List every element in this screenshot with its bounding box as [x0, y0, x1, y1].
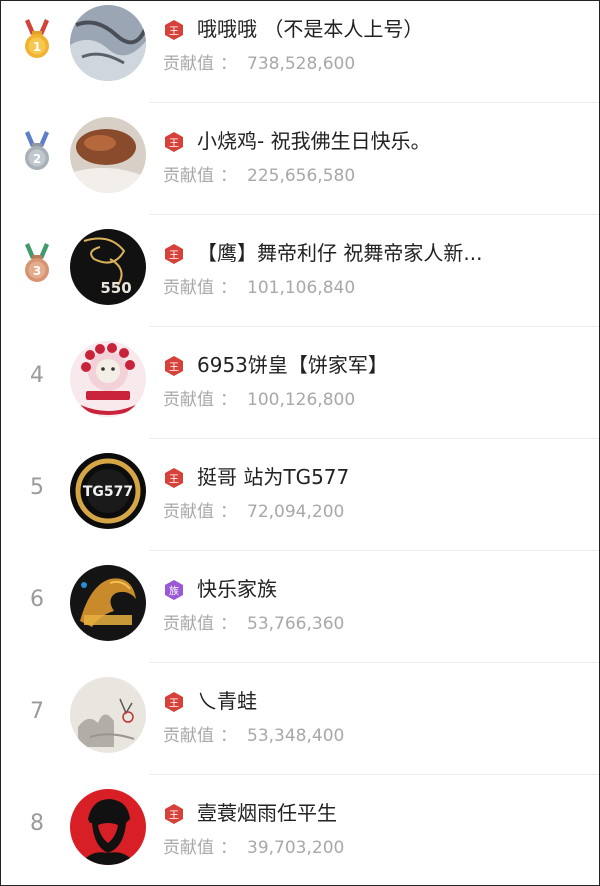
contribution-value: 贡献值： 53,766,360	[163, 614, 345, 634]
svg-text:族: 族	[169, 585, 179, 598]
rank-number: 7	[30, 699, 44, 724]
svg-text:2: 2	[33, 152, 41, 166]
level-badge-icon: 王	[165, 132, 183, 152]
svg-text:3: 3	[33, 264, 41, 278]
user-name: 6953饼皇【饼家军】	[197, 353, 388, 377]
svg-text:王: 王	[169, 699, 179, 710]
bronze-medal-icon: 3	[25, 243, 49, 282]
avatar[interactable]	[70, 117, 146, 193]
list-item[interactable]: 1 王 哦哦哦 （不是本人上号） 贡献值： 738,528,600	[1, 1, 599, 103]
gold-medal-icon: 1	[25, 19, 49, 58]
avatar[interactable]	[70, 5, 146, 81]
rank-number: 6	[30, 587, 44, 612]
avatar[interactable]	[70, 565, 146, 641]
family-badge-icon: 族	[165, 580, 183, 600]
svg-text:王: 王	[169, 811, 179, 822]
rank-number: 4	[30, 363, 44, 388]
user-name: 快乐家族	[197, 577, 277, 601]
svg-text:王: 王	[169, 139, 179, 150]
rank-number: 5	[30, 475, 44, 500]
user-name: 壹蓑烟雨任平生	[197, 801, 337, 825]
ranking-list: 1 王 哦哦哦 （不是本人上号） 贡献值： 738,528,600 2 王 小烧…	[0, 0, 600, 886]
avatar[interactable]	[70, 341, 146, 417]
level-badge-icon: 王	[165, 356, 183, 376]
level-badge-icon: 王	[165, 692, 183, 712]
avatar[interactable]: 550	[70, 229, 146, 305]
svg-text:王: 王	[169, 251, 179, 262]
user-name: 小烧鸡- 祝我佛生日快乐。	[197, 129, 431, 153]
svg-text:TG577: TG577	[83, 484, 133, 500]
svg-text:1: 1	[33, 40, 41, 54]
svg-text:王: 王	[169, 27, 179, 38]
contribution-value: 贡献值： 39,703,200	[163, 838, 345, 858]
contribution-value: 贡献值： 100,126,800	[163, 390, 356, 410]
list-item[interactable]: 7 王 乀青蛙 贡献值： 53,348,400	[1, 663, 599, 775]
contribution-value: 贡献值： 738,528,600	[163, 54, 356, 74]
level-badge-icon: 王	[165, 468, 183, 488]
rank-number: 8	[30, 811, 44, 836]
svg-text:550: 550	[100, 279, 131, 297]
list-item[interactable]: 4 王 6953饼皇【饼家军】 贡献值： 100,126,800	[1, 327, 599, 439]
svg-text:王: 王	[169, 363, 179, 374]
list-item[interactable]: 6 族 快乐家族 贡献值： 53,766,360	[1, 551, 599, 663]
list-item[interactable]: 2 王 小烧鸡- 祝我佛生日快乐。 贡献值： 225,656,580	[1, 103, 599, 215]
level-badge-icon: 王	[165, 244, 183, 264]
list-item[interactable]: 8 王 壹蓑烟雨任平生 贡献值： 39,703,200	[1, 775, 599, 885]
contribution-value: 贡献值： 101,106,840	[163, 278, 356, 298]
user-name: 乀青蛙	[197, 689, 257, 713]
user-name: 挺哥 站为TG577	[197, 465, 350, 489]
list-item[interactable]: 3 550 王 【鹰】舞帝利仔 祝舞帝家人新... 贡献值： 101,106,84…	[1, 215, 599, 327]
list-item[interactable]: 5 TG577 王 挺哥 站为TG577 贡献值： 72,094,200	[1, 439, 599, 551]
svg-text:王: 王	[169, 475, 179, 486]
contribution-value: 贡献值： 72,094,200	[163, 502, 345, 522]
avatar[interactable]	[70, 789, 146, 865]
contribution-value: 贡献值： 225,656,580	[163, 166, 356, 186]
contribution-value: 贡献值： 53,348,400	[163, 726, 345, 746]
user-name: 【鹰】舞帝利仔 祝舞帝家人新...	[197, 241, 483, 265]
avatar[interactable]	[70, 677, 146, 753]
level-badge-icon: 王	[165, 20, 183, 40]
silver-medal-icon: 2	[25, 131, 49, 170]
level-badge-icon: 王	[165, 804, 183, 824]
avatar[interactable]: TG577	[70, 453, 146, 529]
user-name: 哦哦哦 （不是本人上号）	[197, 17, 424, 41]
